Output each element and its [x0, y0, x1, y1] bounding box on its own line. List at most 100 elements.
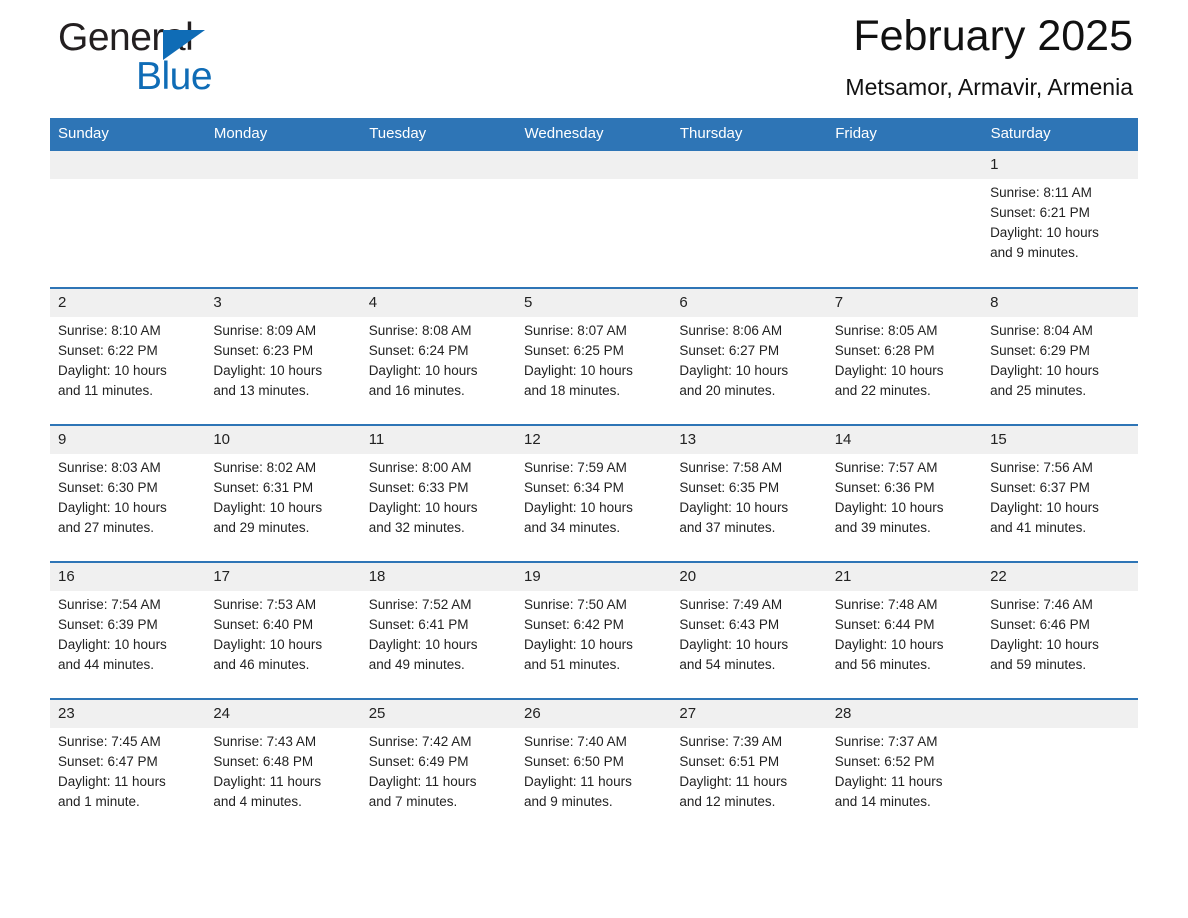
day-cell[interactable]: 18 Sunrise: 7:52 AM Sunset: 6:41 PM Dayl…: [360, 561, 517, 699]
day-cell[interactable]: 23 Sunrise: 7:45 AM Sunset: 6:47 PM Dayl…: [50, 698, 206, 835]
day-cell[interactable]: 4 Sunrise: 8:08 AM Sunset: 6:24 PM Dayli…: [360, 287, 517, 425]
daylight-text-line2: and 32 minutes.: [368, 520, 465, 535]
day-cell[interactable]: [360, 151, 517, 288]
day-cell[interactable]: 17 Sunrise: 7:53 AM Sunset: 6:40 PM Dayl…: [205, 561, 361, 699]
day-cell[interactable]: [516, 151, 672, 288]
daylight-text-line2: and 4 minutes.: [213, 794, 302, 809]
daylight-text-line1: Daylight: 10 hours: [368, 500, 478, 515]
day-cell[interactable]: 24 Sunrise: 7:43 AM Sunset: 6:48 PM Dayl…: [205, 698, 361, 835]
day-number: 4: [360, 289, 517, 317]
sunset-text: Sunset: 6:43 PM: [679, 617, 780, 632]
day-cell[interactable]: 21 Sunrise: 7:48 AM Sunset: 6:44 PM Dayl…: [826, 561, 983, 699]
day-cell[interactable]: 11 Sunrise: 8:00 AM Sunset: 6:33 PM Dayl…: [360, 424, 517, 562]
sunset-text: Sunset: 6:34 PM: [524, 480, 624, 495]
daylight-text-line2: and 27 minutes.: [58, 520, 155, 535]
daylight-text-line2: and 34 minutes.: [524, 520, 621, 535]
day-cell[interactable]: [982, 698, 1138, 835]
calendar-page: General Blue February 2025 Metsamor, Arm…: [0, 0, 1188, 918]
day-cell[interactable]: [50, 151, 206, 288]
sunset-text: Sunset: 6:52 PM: [834, 754, 935, 769]
sunset-text: Sunset: 6:21 PM: [990, 205, 1090, 220]
day-number: 10: [205, 426, 361, 454]
weekday-header-thursday: Thursday: [671, 118, 828, 151]
sunrise-text: Sunrise: 7:50 AM: [524, 597, 627, 612]
day-number: 8: [982, 289, 1138, 317]
day-cell[interactable]: 14 Sunrise: 7:57 AM Sunset: 6:36 PM Dayl…: [826, 424, 983, 562]
day-cell[interactable]: 10 Sunrise: 8:02 AM Sunset: 6:31 PM Dayl…: [205, 424, 361, 562]
daylight-text-line2: and 46 minutes.: [213, 657, 310, 672]
day-cell[interactable]: 13 Sunrise: 7:58 AM Sunset: 6:35 PM Dayl…: [671, 424, 827, 562]
sunrise-text: Sunrise: 7:45 AM: [58, 734, 161, 749]
day-cell[interactable]: 7 Sunrise: 8:05 AM Sunset: 6:28 PM Dayli…: [826, 287, 983, 425]
day-details: Sunrise: 8:10 AM Sunset: 6:22 PM Dayligh…: [50, 317, 205, 401]
daylight-text-line1: Daylight: 10 hours: [58, 637, 167, 652]
weekday-header-monday: Monday: [205, 118, 362, 151]
day-number: [50, 151, 206, 179]
day-cell[interactable]: 12 Sunrise: 7:59 AM Sunset: 6:34 PM Dayl…: [516, 424, 672, 562]
daylight-text-line2: and 18 minutes.: [524, 383, 621, 398]
day-cell[interactable]: 9 Sunrise: 8:03 AM Sunset: 6:30 PM Dayli…: [50, 424, 206, 562]
day-cell[interactable]: 1 Sunrise: 8:11 AM Sunset: 6:21 PM Dayli…: [982, 151, 1138, 288]
sunrise-text: Sunrise: 8:08 AM: [368, 323, 472, 338]
day-details: Sunrise: 7:48 AM Sunset: 6:44 PM Dayligh…: [827, 591, 982, 675]
sunrise-text: Sunrise: 8:11 AM: [990, 185, 1092, 200]
daylight-text-line2: and 37 minutes.: [679, 520, 776, 535]
day-cell[interactable]: 28 Sunrise: 7:37 AM Sunset: 6:52 PM Dayl…: [826, 698, 983, 835]
sunrise-text: Sunrise: 7:49 AM: [679, 597, 783, 612]
day-cell[interactable]: [671, 151, 827, 288]
day-number: 23: [50, 700, 206, 728]
daylight-text-line2: and 22 minutes.: [834, 383, 931, 398]
day-cell[interactable]: 2 Sunrise: 8:10 AM Sunset: 6:22 PM Dayli…: [50, 287, 206, 425]
daylight-text-line1: Daylight: 10 hours: [524, 637, 633, 652]
day-number: 24: [205, 700, 361, 728]
sunrise-text: Sunrise: 8:10 AM: [58, 323, 161, 338]
day-cell[interactable]: [826, 151, 983, 288]
daylight-text-line2: and 41 minutes.: [990, 520, 1087, 535]
day-cell[interactable]: 19 Sunrise: 7:50 AM Sunset: 6:42 PM Dayl…: [516, 561, 672, 699]
sunrise-text: Sunrise: 8:04 AM: [990, 323, 1093, 338]
day-cell[interactable]: [205, 151, 361, 288]
weekday-header-saturday: Saturday: [982, 118, 1139, 151]
daylight-text-line1: Daylight: 10 hours: [834, 637, 944, 652]
day-cell[interactable]: 8 Sunrise: 8:04 AM Sunset: 6:29 PM Dayli…: [982, 287, 1138, 425]
day-details: Sunrise: 7:58 AM Sunset: 6:35 PM Dayligh…: [671, 454, 826, 538]
sunrise-text: Sunrise: 7:57 AM: [834, 460, 938, 475]
sunset-text: Sunset: 6:39 PM: [58, 617, 158, 632]
day-cell[interactable]: 20 Sunrise: 7:49 AM Sunset: 6:43 PM Dayl…: [671, 561, 827, 699]
day-cell[interactable]: 16 Sunrise: 7:54 AM Sunset: 6:39 PM Dayl…: [50, 561, 206, 699]
sunset-text: Sunset: 6:24 PM: [368, 343, 469, 358]
sunset-text: Sunset: 6:33 PM: [368, 480, 469, 495]
daylight-text-line2: and 49 minutes.: [368, 657, 465, 672]
sunset-text: Sunset: 6:29 PM: [990, 343, 1090, 358]
day-cell[interactable]: 3 Sunrise: 8:09 AM Sunset: 6:23 PM Dayli…: [205, 287, 361, 425]
day-number: 11: [360, 426, 517, 454]
day-number: 2: [50, 289, 206, 317]
day-cell[interactable]: 22 Sunrise: 7:46 AM Sunset: 6:46 PM Dayl…: [982, 561, 1138, 699]
day-cell[interactable]: 6 Sunrise: 8:06 AM Sunset: 6:27 PM Dayli…: [671, 287, 827, 425]
daylight-text-line2: and 39 minutes.: [834, 520, 931, 535]
day-details: Sunrise: 7:49 AM Sunset: 6:43 PM Dayligh…: [671, 591, 826, 675]
daylight-text-line1: Daylight: 10 hours: [679, 500, 789, 515]
sunset-text: Sunset: 6:49 PM: [368, 754, 469, 769]
day-cell[interactable]: 25 Sunrise: 7:42 AM Sunset: 6:49 PM Dayl…: [360, 698, 517, 835]
day-cell[interactable]: 5 Sunrise: 8:07 AM Sunset: 6:25 PM Dayli…: [516, 287, 672, 425]
sunrise-text: Sunrise: 7:52 AM: [368, 597, 472, 612]
day-cell[interactable]: 15 Sunrise: 7:56 AM Sunset: 6:37 PM Dayl…: [982, 424, 1138, 562]
day-details: Sunrise: 8:04 AM Sunset: 6:29 PM Dayligh…: [982, 317, 1137, 401]
sunset-text: Sunset: 6:25 PM: [524, 343, 624, 358]
day-details: Sunrise: 8:05 AM Sunset: 6:28 PM Dayligh…: [827, 317, 982, 401]
page-subtitle: Metsamor, Armavir, Armenia: [845, 74, 1133, 100]
day-cell[interactable]: 27 Sunrise: 7:39 AM Sunset: 6:51 PM Dayl…: [671, 698, 827, 835]
daylight-text-line1: Daylight: 10 hours: [368, 637, 478, 652]
daylight-text-line1: Daylight: 10 hours: [368, 363, 478, 378]
daylight-text-line1: Daylight: 10 hours: [679, 363, 789, 378]
calendar-table: Sunday Monday Tuesday Wednesday Thursday…: [50, 118, 1139, 835]
day-number: 9: [50, 426, 206, 454]
daylight-text-line2: and 16 minutes.: [368, 383, 465, 398]
daylight-text-line1: Daylight: 10 hours: [213, 363, 323, 378]
daylight-text-line1: Daylight: 10 hours: [679, 637, 789, 652]
day-cell[interactable]: 26 Sunrise: 7:40 AM Sunset: 6:50 PM Dayl…: [516, 698, 672, 835]
sunset-text: Sunset: 6:50 PM: [524, 754, 624, 769]
day-details: Sunrise: 8:06 AM Sunset: 6:27 PM Dayligh…: [671, 317, 826, 401]
day-number: 1: [982, 151, 1138, 179]
